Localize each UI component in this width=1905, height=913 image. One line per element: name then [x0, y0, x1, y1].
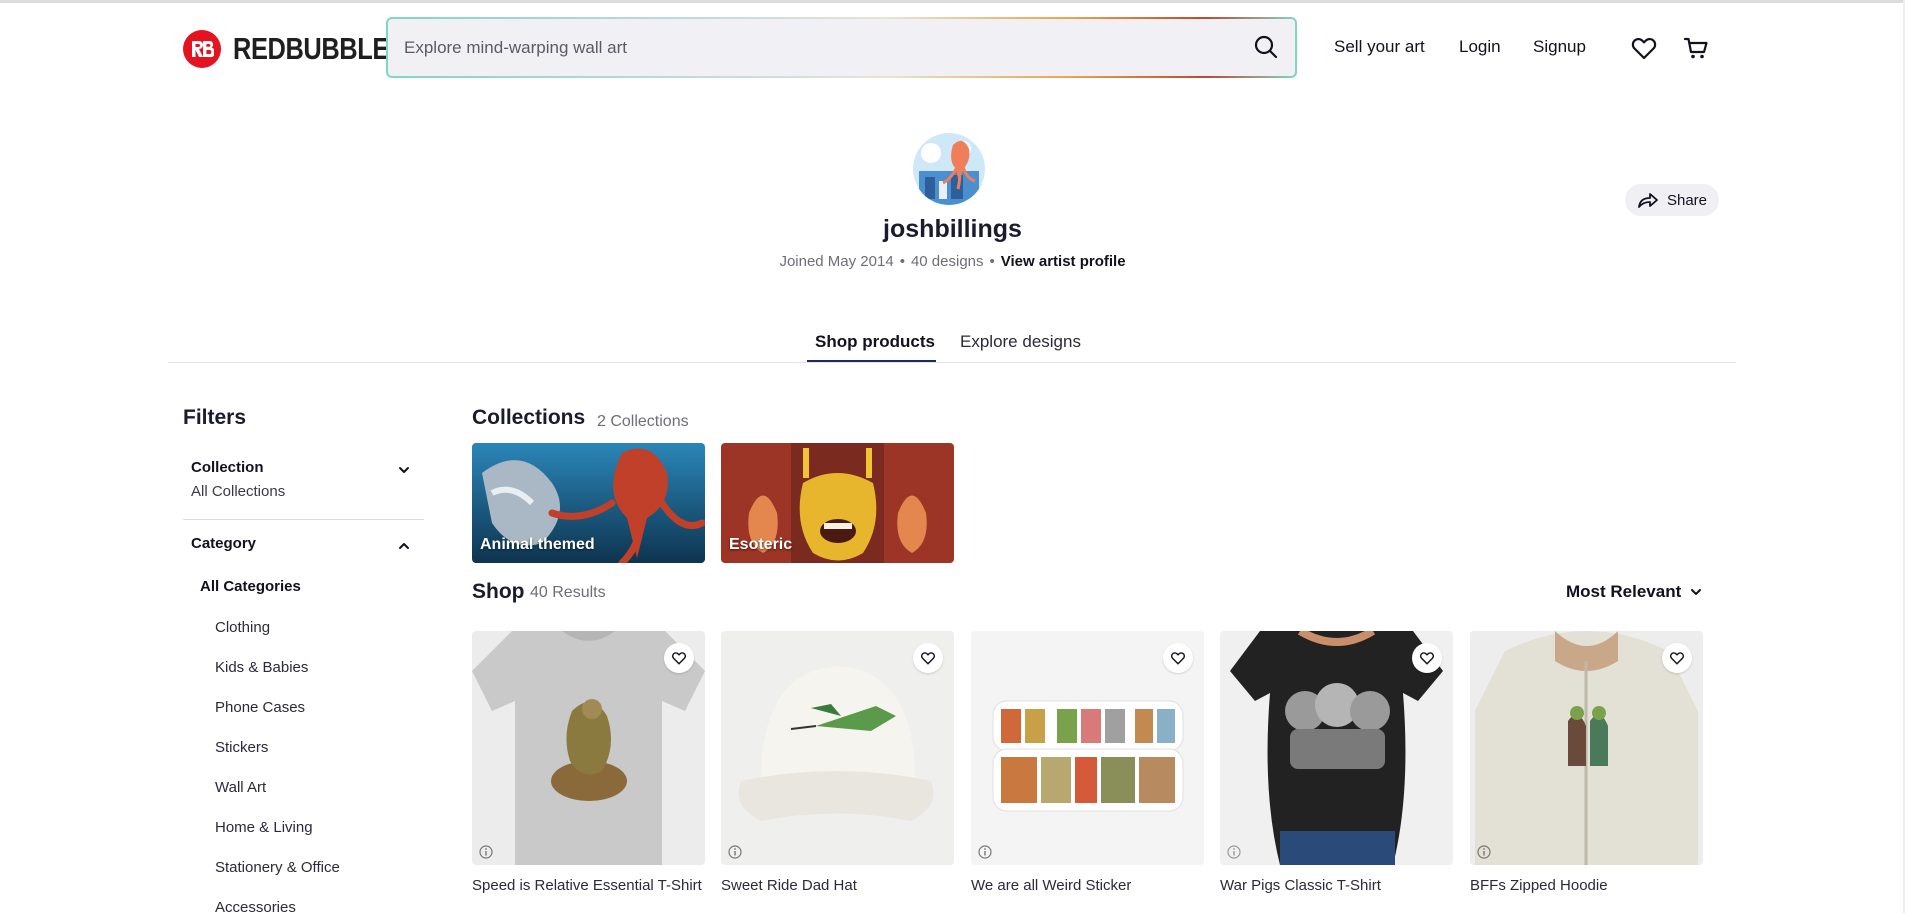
category-item-stickers[interactable]: Stickers — [215, 739, 268, 756]
product-card[interactable]: We are all Weird Sticker — [971, 631, 1204, 894]
collections-count: 2 Collections — [597, 413, 689, 430]
favorite-button[interactable] — [1412, 643, 1442, 673]
filters-heading: Filters — [183, 406, 247, 429]
product-title[interactable]: War Pigs Classic T-Shirt — [1220, 877, 1453, 894]
product-card[interactable]: BFFs Zipped Hoodie — [1470, 631, 1703, 894]
share-button[interactable]: Share — [1625, 184, 1719, 216]
joined-date: Joined May 2014 — [779, 253, 894, 270]
shop-heading: Shop — [472, 580, 525, 603]
heart-icon — [1170, 652, 1186, 665]
sort-dropdown[interactable]: Most Relevant — [1566, 582, 1703, 602]
meta-separator: • — [899, 253, 905, 270]
chevron-up-icon — [399, 543, 409, 549]
artist-username: joshbillings — [883, 215, 1022, 243]
favorites-heart-icon[interactable] — [1630, 34, 1658, 62]
chevron-down-icon — [1691, 589, 1702, 595]
category-item-accessories[interactable]: Accessories — [215, 899, 296, 913]
collection-label: Esoteric — [729, 536, 793, 553]
product-image — [472, 631, 705, 865]
designs-count: 40 designs — [910, 253, 984, 270]
category-item-kids-babies[interactable]: Kids & Babies — [215, 659, 308, 676]
view-artist-profile-link[interactable]: View artist profile — [1001, 253, 1126, 270]
heart-icon — [1419, 652, 1435, 665]
product-card[interactable]: Speed is Relative Essential T-Shirt — [472, 631, 705, 894]
product-title[interactable]: We are all Weird Sticker — [971, 877, 1204, 894]
search-bar — [386, 17, 1297, 78]
favorite-button[interactable] — [664, 643, 694, 673]
search-input[interactable] — [388, 19, 1295, 76]
product-image — [1220, 631, 1453, 865]
heart-icon — [1669, 652, 1685, 665]
filter-divider — [183, 519, 424, 520]
favorite-button[interactable] — [1662, 643, 1692, 673]
product-title[interactable]: BFFs Zipped Hoodie — [1470, 877, 1703, 894]
chevron-down-icon — [399, 467, 409, 473]
signup-link[interactable]: Signup — [1533, 37, 1586, 57]
product-image — [971, 631, 1204, 865]
category-filter[interactable]: Category — [191, 535, 421, 552]
info-icon[interactable] — [728, 845, 742, 859]
collection-filter[interactable]: Collection All Collections — [191, 459, 421, 500]
collections-heading: Collections — [472, 406, 586, 429]
collection-card-esoteric[interactable]: Esoteric — [721, 443, 954, 563]
heart-icon — [920, 652, 936, 665]
artist-meta: Joined May 2014 • 40 designs • View artist p… — [0, 253, 1905, 270]
favorite-button[interactable] — [913, 643, 943, 673]
sell-your-art-link[interactable]: Sell your art — [1334, 37, 1425, 57]
collection-filter-value: All Collections — [191, 483, 286, 500]
category-item-phone-cases[interactable]: Phone Cases — [215, 699, 305, 716]
product-title[interactable]: Sweet Ride Dad Hat — [721, 877, 954, 894]
share-arrow-icon — [1638, 193, 1658, 208]
redbubble-logo-icon — [183, 30, 221, 68]
tabs-divider — [168, 362, 1736, 363]
product-card[interactable]: Sweet Ride Dad Hat — [721, 631, 954, 894]
artist-avatar — [913, 133, 985, 205]
search-icon[interactable] — [1253, 34, 1279, 60]
category-item-stationery-office[interactable]: Stationery & Office — [215, 859, 340, 876]
cart-icon[interactable] — [1682, 34, 1710, 62]
login-link[interactable]: Login — [1459, 37, 1501, 57]
category-item-wall-art[interactable]: Wall Art — [215, 779, 266, 796]
info-icon[interactable] — [1477, 845, 1491, 859]
info-icon[interactable] — [978, 845, 992, 859]
brand-wordmark: REDBUBBLE — [233, 31, 389, 66]
product-image — [721, 631, 954, 865]
category-item-clothing[interactable]: Clothing — [215, 619, 270, 636]
collection-filter-label: Collection — [191, 459, 264, 476]
product-title[interactable]: Speed is Relative Essential T-Shirt — [472, 877, 705, 894]
sort-value: Most Relevant — [1566, 582, 1682, 601]
category-filter-label: Category — [191, 535, 257, 552]
product-card[interactable]: War Pigs Classic T-Shirt — [1220, 631, 1453, 894]
share-label: Share — [1666, 191, 1708, 209]
tab-shop-products[interactable]: Shop products — [815, 332, 935, 352]
search-bar-inner — [388, 19, 1295, 76]
heart-icon — [671, 652, 687, 665]
site-header: REDBUBBLE Sell your art Login Signup — [0, 3, 1905, 89]
category-item-home-living[interactable]: Home & Living — [215, 819, 313, 836]
product-image — [1470, 631, 1703, 865]
tab-explore-designs[interactable]: Explore designs — [960, 332, 1081, 352]
shop-results-count: 40 Results — [530, 584, 606, 601]
favorite-button[interactable] — [1163, 643, 1193, 673]
info-icon[interactable] — [479, 845, 493, 859]
info-icon[interactable] — [1227, 845, 1241, 859]
collection-label: Animal themed — [480, 536, 595, 553]
meta-separator: • — [989, 253, 995, 270]
category-all[interactable]: All Categories — [200, 578, 301, 595]
collection-card-animal-themed[interactable]: Animal themed — [472, 443, 705, 563]
